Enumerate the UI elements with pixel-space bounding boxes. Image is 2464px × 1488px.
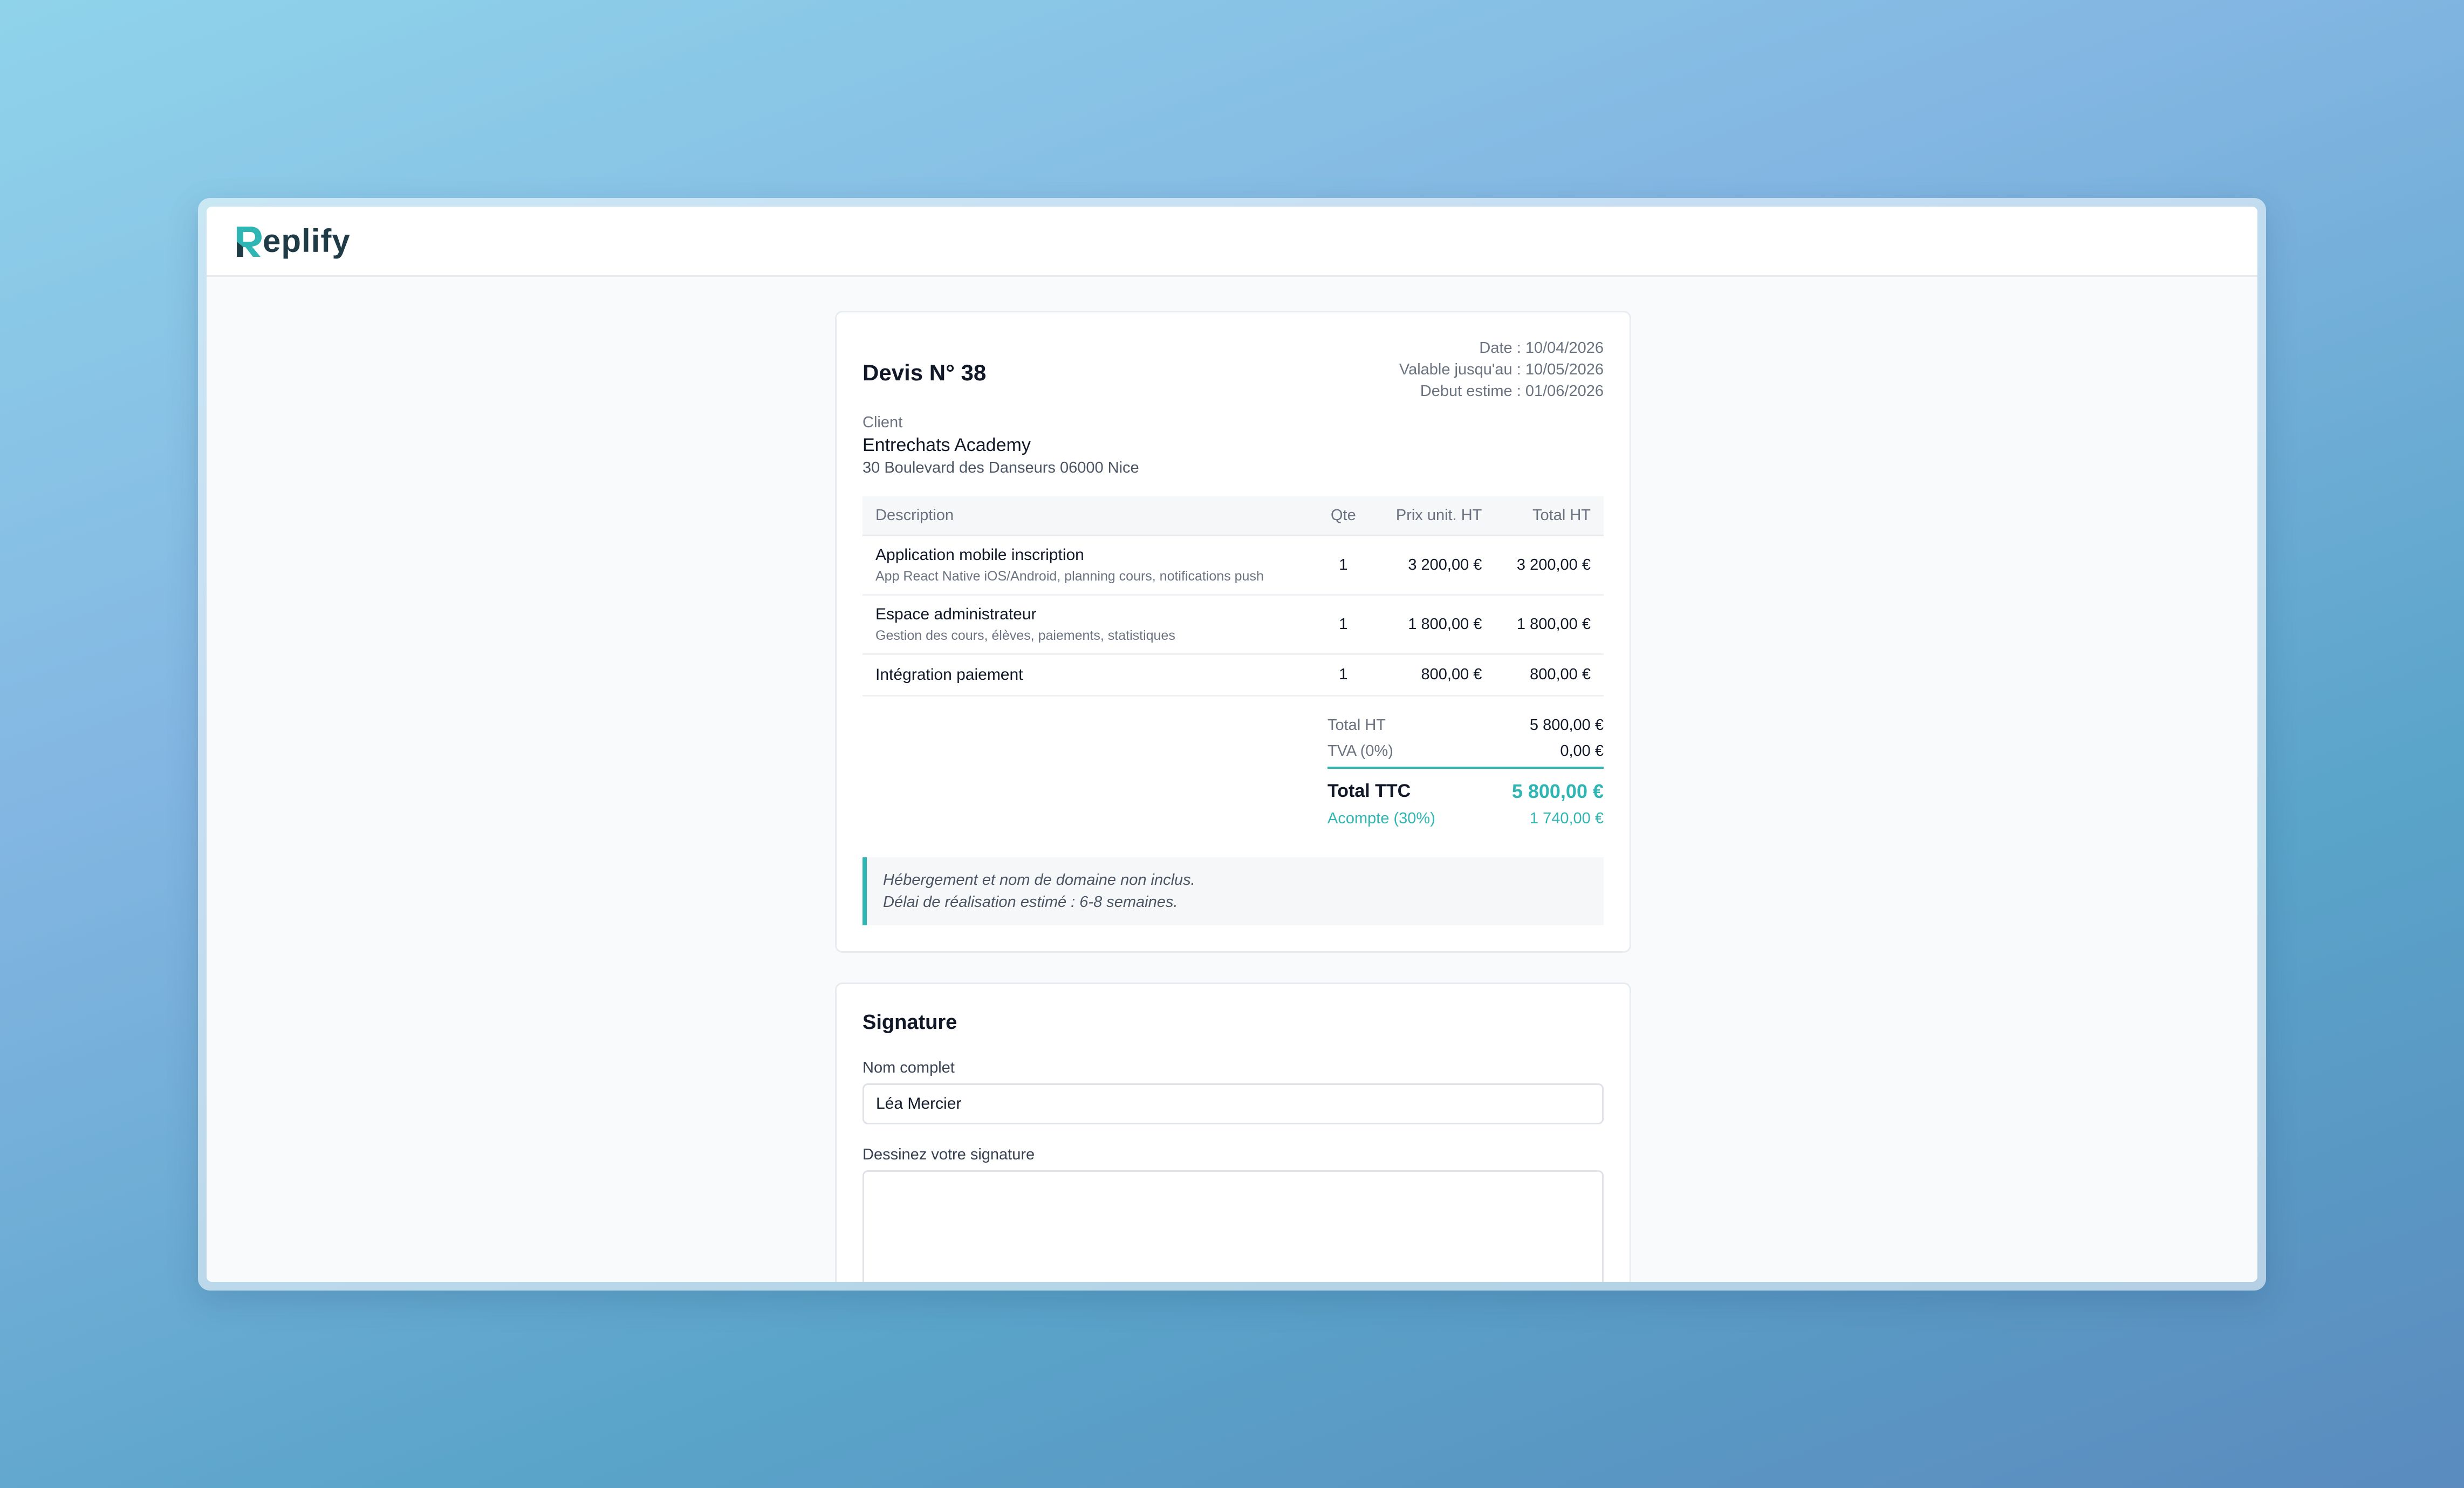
client-name: Entrechats Academy bbox=[863, 435, 1031, 455]
item-qty: 1 bbox=[1313, 535, 1373, 596]
client-label: Client bbox=[863, 414, 903, 431]
item-unit-price: 1 800,00 € bbox=[1373, 595, 1495, 655]
client-address: 30 Boulevard des Danseurs 06000 Nice bbox=[863, 459, 1139, 476]
item-description: Espace administrateur Gestion des cours,… bbox=[863, 595, 1314, 655]
col-unit-price: Prix unit. HT bbox=[1373, 496, 1495, 536]
top-bar: eplify bbox=[207, 207, 2257, 277]
items-table: Description Qte Prix unit. HT Total HT A… bbox=[863, 496, 1604, 697]
deposit-row: Acompte (30%) 1 740,00 € bbox=[1327, 807, 1604, 831]
item-title: Application mobile inscription bbox=[875, 545, 1084, 564]
item-unit-price: 3 200,00 € bbox=[1373, 535, 1495, 596]
deposit-label: Acompte (30%) bbox=[1327, 810, 1435, 827]
quote-date: Date : 10/04/2026 bbox=[1479, 339, 1604, 357]
table-row: Application mobile inscription App React… bbox=[863, 535, 1604, 596]
item-qty: 1 bbox=[1313, 654, 1373, 697]
item-qty: 1 bbox=[1313, 595, 1373, 655]
item-title: Intégration paiement bbox=[875, 665, 1023, 684]
quote-dates: Date : 10/04/2026 Valable jusqu'au : 10/… bbox=[1399, 337, 1604, 402]
browser-window: eplify Devis N° 38 Date : 10/04/2026 Val… bbox=[207, 207, 2257, 1282]
draw-signature-label: Dessinez votre signature bbox=[863, 1146, 1035, 1163]
item-unit-price: 800,00 € bbox=[1373, 654, 1495, 697]
brand-logo[interactable]: eplify bbox=[232, 222, 351, 260]
item-subtitle: Gestion des cours, élèves, paiements, st… bbox=[875, 627, 1175, 643]
logo-r-icon bbox=[237, 226, 262, 257]
tva-row: TVA (0%) 0,00 € bbox=[1327, 739, 1604, 765]
total-ht-label: Total HT bbox=[1327, 716, 1386, 734]
quote-valid-until: Valable jusqu'au : 10/05/2026 bbox=[1399, 361, 1604, 378]
totals-block: Total HT 5 800,00 € TVA (0%) 0,00 € Tota… bbox=[1327, 713, 1604, 831]
totals-divider bbox=[1327, 766, 1604, 769]
signature-canvas[interactable] bbox=[863, 1170, 1604, 1282]
col-description: Description bbox=[863, 496, 1314, 536]
total-ht-row: Total HT 5 800,00 € bbox=[1327, 713, 1604, 739]
quote-start-estimate: Debut estime : 01/06/2026 bbox=[1420, 383, 1604, 400]
signature-card: Signature Nom complet Dessinez votre sig… bbox=[835, 982, 1631, 1282]
deposit-value: 1 740,00 € bbox=[1529, 810, 1604, 827]
quote-notes: Hébergement et nom de domaine non inclus… bbox=[863, 857, 1604, 925]
total-ttc-value: 5 800,00 € bbox=[1511, 780, 1604, 802]
item-total: 800,00 € bbox=[1495, 654, 1604, 697]
total-ttc-row: Total TTC 5 800,00 € bbox=[1327, 776, 1604, 807]
item-description: Application mobile inscription App React… bbox=[863, 535, 1314, 596]
table-row: Intégration paiement 1 800,00 € 800,00 € bbox=[863, 654, 1604, 697]
item-total: 1 800,00 € bbox=[1495, 595, 1604, 655]
note-line: Délai de réalisation estimé : 6-8 semain… bbox=[883, 893, 1178, 911]
brand-name: eplify bbox=[263, 223, 351, 259]
tva-label: TVA (0%) bbox=[1327, 742, 1393, 760]
item-title: Espace administrateur bbox=[875, 605, 1037, 623]
full-name-label: Nom complet bbox=[863, 1059, 955, 1076]
quote-title: Devis N° 38 bbox=[863, 360, 987, 385]
total-ttc-label: Total TTC bbox=[1327, 781, 1411, 801]
app-frame: eplify Devis N° 38 Date : 10/04/2026 Val… bbox=[198, 198, 2266, 1291]
col-qty: Qte bbox=[1313, 496, 1373, 536]
tva-value: 0,00 € bbox=[1560, 742, 1604, 760]
table-header-row: Description Qte Prix unit. HT Total HT bbox=[863, 496, 1604, 536]
full-name-input[interactable] bbox=[863, 1083, 1604, 1124]
signature-title: Signature bbox=[863, 1011, 957, 1034]
col-total: Total HT bbox=[1495, 496, 1604, 536]
main-content: Devis N° 38 Date : 10/04/2026 Valable ju… bbox=[207, 277, 2257, 1282]
item-description: Intégration paiement bbox=[863, 654, 1314, 697]
item-total: 3 200,00 € bbox=[1495, 535, 1604, 596]
table-row: Espace administrateur Gestion des cours,… bbox=[863, 595, 1604, 655]
quote-card: Devis N° 38 Date : 10/04/2026 Valable ju… bbox=[835, 311, 1631, 953]
total-ht-value: 5 800,00 € bbox=[1529, 716, 1604, 734]
item-subtitle: App React Native iOS/Android, planning c… bbox=[875, 568, 1264, 584]
note-line: Hébergement et nom de domaine non inclus… bbox=[883, 871, 1195, 889]
